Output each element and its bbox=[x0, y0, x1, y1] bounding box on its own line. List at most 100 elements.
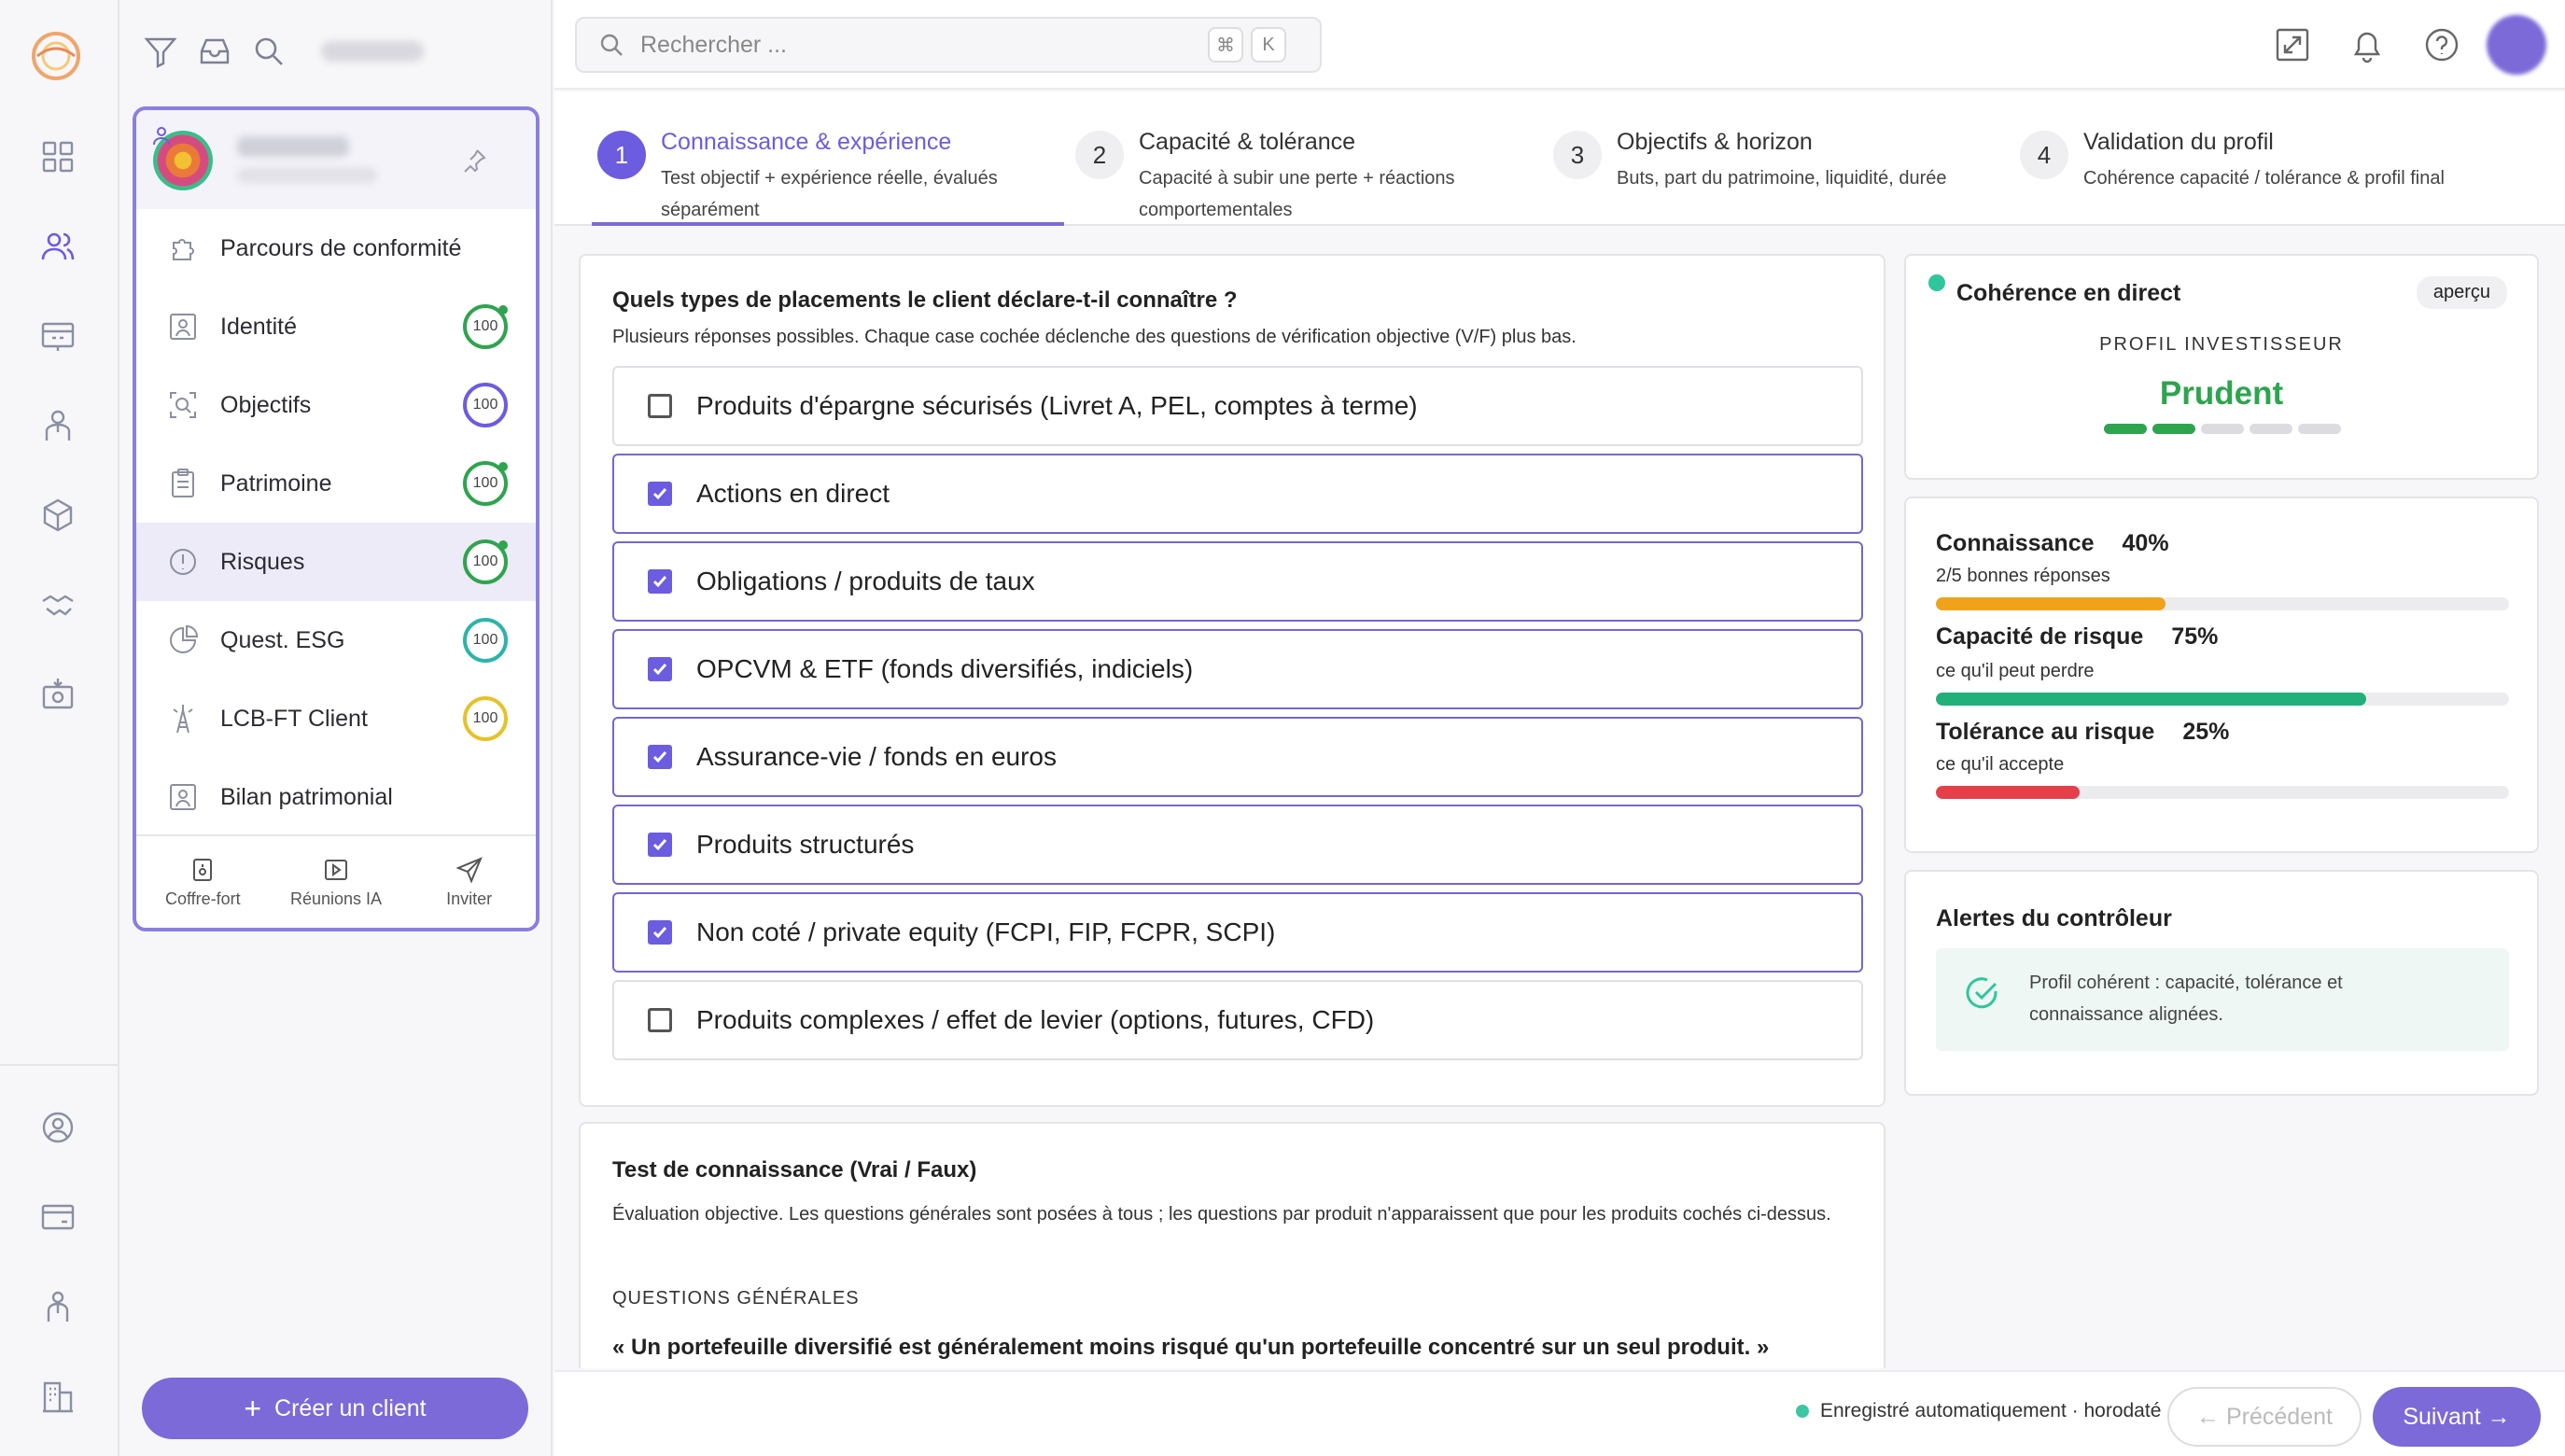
handshake-icon[interactable] bbox=[37, 584, 78, 625]
step-description: Cohérence capacité / tolérance & profil … bbox=[2083, 168, 2445, 189]
sidebar-item-lcbft[interactable]: LCB-FT Client 100 bbox=[136, 679, 536, 758]
metric-value: 25% bbox=[2182, 719, 2230, 745]
checkbox[interactable] bbox=[648, 1008, 672, 1032]
camera-download-icon[interactable] bbox=[37, 674, 78, 715]
next-button[interactable]: Suivant → bbox=[2373, 1387, 2541, 1447]
invite-button[interactable]: Inviter bbox=[402, 836, 536, 928]
checkbox[interactable] bbox=[648, 920, 672, 945]
search-input[interactable] bbox=[640, 31, 1200, 59]
option-label: Obligations / produits de taux bbox=[696, 567, 1035, 595]
profile-level-indicator bbox=[2104, 424, 2341, 434]
test-title: Test de connaissance (Vrai / Faux) bbox=[612, 1157, 977, 1183]
option-savings[interactable]: Produits d'épargne sécurisés (Livret A, … bbox=[612, 366, 1863, 446]
pin-icon[interactable] bbox=[461, 147, 487, 174]
sidebar-item-esg[interactable]: Quest. ESG 100 bbox=[136, 601, 536, 679]
inbox-icon[interactable] bbox=[196, 33, 233, 70]
checkbox[interactable] bbox=[648, 394, 672, 418]
global-search[interactable]: ⌘ K bbox=[575, 17, 1322, 73]
blurred-client-filter bbox=[321, 41, 424, 62]
app-logo-icon[interactable] bbox=[28, 28, 84, 84]
account-circle-icon[interactable] bbox=[37, 1107, 78, 1148]
building-icon[interactable] bbox=[37, 1376, 78, 1417]
checkbox[interactable] bbox=[648, 482, 672, 506]
completion-badge: 100 bbox=[463, 696, 508, 741]
coherence-title: Cohérence en direct bbox=[1956, 280, 2181, 306]
option-complex[interactable]: Produits complexes / effet de levier (op… bbox=[612, 980, 1863, 1060]
board-icon[interactable] bbox=[37, 315, 78, 357]
check-circle-icon bbox=[1966, 977, 1997, 1009]
sidebar-item-compliance[interactable]: Parcours de conformité bbox=[136, 209, 536, 287]
expand-icon[interactable] bbox=[2272, 24, 2313, 65]
step-title: Connaissance & expérience bbox=[661, 129, 952, 155]
kbd-k: K bbox=[1251, 27, 1286, 63]
sidebar-item-label: Parcours de conformité bbox=[220, 234, 462, 261]
billing-card-icon[interactable] bbox=[37, 1197, 78, 1238]
check-icon bbox=[652, 576, 667, 588]
option-label: Non coté / private equity (FCPI, FIP, FC… bbox=[696, 917, 1276, 946]
sidebar-item-identity[interactable]: Identité 100 bbox=[136, 287, 536, 366]
option-funds[interactable]: OPCVM & ETF (fonds diversifiés, indiciel… bbox=[612, 629, 1863, 709]
advisor-icon[interactable] bbox=[37, 405, 78, 446]
vault-button[interactable]: Coffre-fort bbox=[136, 836, 270, 928]
step-title: Validation du profil bbox=[2083, 129, 2274, 155]
stepper: 1 Connaissance & expérience Test objecti… bbox=[554, 91, 2565, 226]
sidebar-item-label: Bilan patrimonial bbox=[220, 783, 393, 810]
option-structured[interactable]: Produits structurés bbox=[612, 805, 1863, 885]
step-3[interactable]: 3 Objectifs & horizon Buts, part du patr… bbox=[1529, 110, 1996, 226]
checkbox[interactable] bbox=[648, 569, 672, 594]
metric-sub: 2/5 bonnes réponses bbox=[1936, 566, 2110, 586]
sidebar-item-patrimony[interactable]: Patrimoine 100 bbox=[136, 444, 536, 523]
create-client-button[interactable]: + Créer un client bbox=[142, 1378, 528, 1439]
alerts-title: Alertes du contrôleur bbox=[1936, 905, 2172, 931]
option-stocks[interactable]: Actions en direct bbox=[612, 454, 1863, 534]
status-dot bbox=[498, 305, 508, 315]
search-icon bbox=[600, 34, 623, 56]
profile-label: PROFIL INVESTISSEUR bbox=[2099, 334, 2344, 355]
top-bar: ⌘ K bbox=[554, 0, 2565, 90]
send-icon bbox=[456, 856, 483, 884]
kbd-cmd: ⌘ bbox=[1208, 27, 1243, 63]
clipboard-icon bbox=[172, 469, 194, 497]
sidebar-item-risks[interactable]: Risques 100 bbox=[136, 523, 536, 601]
live-dot bbox=[1928, 274, 1945, 291]
bar-fill bbox=[1936, 786, 2080, 799]
clients-users-icon[interactable] bbox=[37, 226, 78, 267]
help-icon[interactable] bbox=[2421, 24, 2462, 65]
check-icon bbox=[652, 927, 667, 939]
known-products-card: Quels types de placements le client décl… bbox=[579, 254, 1885, 1107]
step-4[interactable]: 4 Validation du profil Cohérence capacit… bbox=[1996, 110, 2518, 226]
status-dot bbox=[498, 540, 508, 550]
metric-knowledge: Connaissance 40% bbox=[1936, 530, 2169, 557]
saved-dot bbox=[1796, 1405, 1809, 1418]
user-avatar[interactable] bbox=[2487, 15, 2546, 75]
option-life-insurance[interactable]: Assurance-vie / fonds en euros bbox=[612, 717, 1863, 797]
step-2[interactable]: 2 Capacité & tolérance Capacité à subir … bbox=[1051, 110, 1518, 226]
box-icon[interactable] bbox=[37, 495, 78, 536]
test-description: Évaluation objective. Les questions géné… bbox=[612, 1204, 1831, 1225]
client-header[interactable] bbox=[136, 110, 536, 209]
step-1[interactable]: 1 Connaissance & expérience Test objecti… bbox=[573, 110, 1064, 226]
preview-tag: aperçu bbox=[2416, 276, 2507, 309]
puzzle-icon bbox=[173, 239, 194, 260]
ai-meetings-button[interactable]: Réunions IA bbox=[270, 836, 403, 928]
sidebar-item-balance-sheet[interactable]: Bilan patrimonial bbox=[136, 758, 536, 836]
option-private-equity[interactable]: Non coté / private equity (FCPI, FIP, FC… bbox=[612, 892, 1863, 973]
bell-icon[interactable] bbox=[2347, 24, 2388, 65]
team-person-icon[interactable] bbox=[37, 1286, 78, 1327]
checkbox[interactable] bbox=[648, 745, 672, 769]
sidebar-item-objectives[interactable]: Objectifs 100 bbox=[136, 366, 536, 444]
checkbox[interactable] bbox=[648, 657, 672, 681]
step-number: 3 bbox=[1553, 131, 1602, 179]
invite-label: Inviter bbox=[446, 889, 493, 908]
dashboard-grid-icon[interactable] bbox=[37, 136, 78, 177]
search-icon[interactable] bbox=[250, 33, 287, 70]
plus-icon: + bbox=[244, 1392, 262, 1425]
previous-button[interactable]: ← Précédent bbox=[2167, 1387, 2362, 1447]
option-bonds[interactable]: Obligations / produits de taux bbox=[612, 541, 1863, 622]
badge-value: 100 bbox=[472, 632, 498, 648]
profile-value: Prudent bbox=[2159, 375, 2284, 412]
checkbox[interactable] bbox=[648, 833, 672, 857]
badge-value: 100 bbox=[472, 553, 498, 569]
filter-icon[interactable] bbox=[142, 33, 179, 70]
question-subtitle: Plusieurs réponses possibles. Chaque cas… bbox=[612, 327, 1577, 347]
